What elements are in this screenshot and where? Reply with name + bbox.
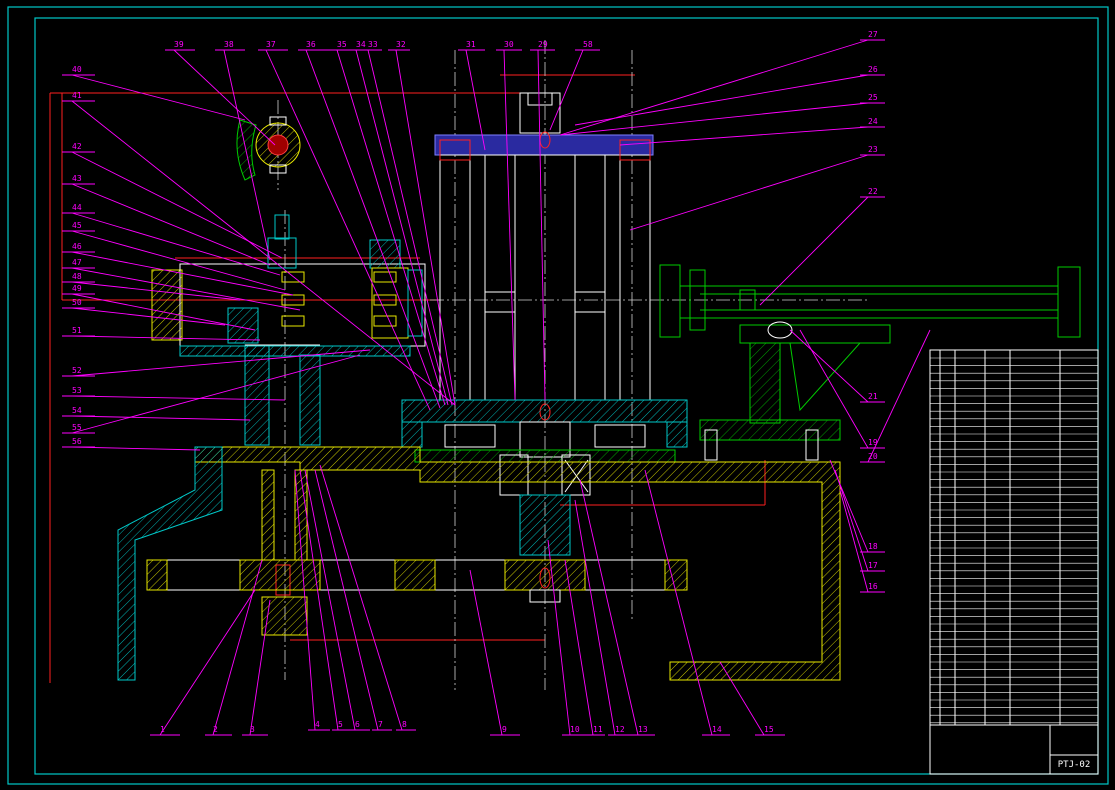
balloon-45: 45: [72, 221, 82, 230]
balloon-14: 14: [712, 725, 722, 734]
drawing-number: PTJ-02: [1058, 760, 1091, 770]
balloon-35: 35: [337, 40, 347, 49]
balloon-58: 58: [583, 40, 593, 49]
balloon-48: 48: [72, 272, 82, 281]
balloon-12: 12: [615, 725, 625, 734]
balloon-13: 13: [638, 725, 648, 734]
balloon-11: 11: [593, 725, 603, 734]
balloon-54: 54: [72, 406, 82, 415]
balloon-18: 18: [868, 542, 878, 551]
balloon-46: 46: [72, 242, 82, 251]
balloon-32: 32: [396, 40, 406, 49]
balloon-52: 52: [72, 366, 82, 375]
balloon-36: 36: [306, 40, 316, 49]
balloon-20: 20: [868, 452, 878, 461]
feeder-assembly: [659, 264, 1081, 461]
balloon-42: 42: [72, 142, 82, 151]
title-block: PTJ-02: [929, 349, 1099, 775]
balloon-24: 24: [868, 117, 878, 126]
balloon-7: 7: [378, 720, 383, 729]
balloon-21: 21: [868, 392, 878, 401]
balloon-5: 5: [338, 720, 343, 729]
balloon-16: 16: [868, 582, 878, 591]
balloon-44: 44: [72, 203, 82, 212]
lever-detail: [236, 116, 301, 181]
balloon-55: 55: [72, 423, 82, 432]
balloon-33: 33: [368, 40, 378, 49]
balloon-2: 2: [213, 725, 218, 734]
base-frame: [117, 446, 841, 681]
balloon-51: 51: [72, 326, 82, 335]
outer-frame: [7, 6, 1109, 785]
balloon-3: 3: [250, 725, 255, 734]
balloon-38: 38: [224, 40, 234, 49]
balloon-10: 10: [570, 725, 580, 734]
balloon-9: 9: [502, 725, 507, 734]
balloon-29: 29: [538, 40, 548, 49]
central-column: [401, 92, 688, 556]
balloon-25: 25: [868, 93, 878, 102]
balloon-15: 15: [764, 725, 774, 734]
balloon-30: 30: [504, 40, 514, 49]
balloon-17: 17: [868, 561, 878, 570]
balloon-40: 40: [72, 65, 82, 74]
balloon-8: 8: [402, 720, 407, 729]
dimension-lines: [49, 74, 766, 683]
balloon-41: 41: [72, 91, 82, 100]
balloon-4: 4: [315, 720, 320, 729]
balloon-43: 43: [72, 174, 82, 183]
balloon-49: 49: [72, 284, 82, 293]
balloon-34: 34: [356, 40, 366, 49]
balloon-37: 37: [266, 40, 276, 49]
balloon-26: 26: [868, 65, 878, 74]
balloon-39: 39: [174, 40, 184, 49]
balloon-22: 22: [868, 187, 878, 196]
balloon-27: 27: [868, 30, 878, 39]
assembly-drawing: PTJ-02 39 38 37 36 35 34 33 32 31 30 29 58404142434…: [7, 6, 1109, 785]
balloon-47: 47: [72, 258, 82, 267]
balloon-53: 53: [72, 386, 82, 395]
balloon-56: 56: [72, 437, 82, 446]
balloon-6: 6: [355, 720, 360, 729]
balloon-23: 23: [868, 145, 878, 154]
balloon-50: 50: [72, 298, 82, 307]
balloon-19: 19: [868, 438, 878, 447]
balloon-1: 1: [160, 725, 165, 734]
balloon-31: 31: [466, 40, 476, 49]
